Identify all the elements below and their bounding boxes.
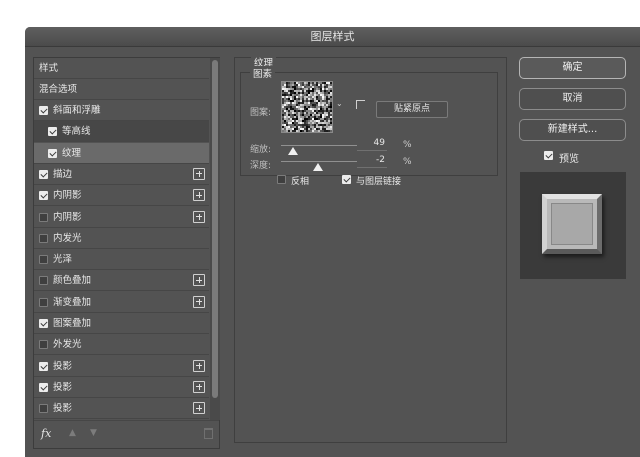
elements-group-title: 图素 xyxy=(250,66,276,80)
style-item[interactable]: 纹理 xyxy=(34,142,209,164)
scale-slider-thumb[interactable] xyxy=(288,147,299,155)
invert-label: 反相 xyxy=(291,177,310,187)
blend-options-label: 混合选项 xyxy=(39,84,78,95)
style-item[interactable]: 光泽 xyxy=(34,249,209,271)
style-item[interactable]: 内阴影 xyxy=(34,185,209,207)
add-style-plus-icon[interactable] xyxy=(193,295,205,308)
style-item-label: 等高线 xyxy=(62,126,91,138)
depth-slider-track[interactable] xyxy=(281,161,357,162)
styles-header-label: 样式 xyxy=(39,63,59,74)
move-up-arrow-icon[interactable]: ▲ xyxy=(69,428,76,438)
new-style-button[interactable]: 新建样式... xyxy=(519,119,626,141)
trash-icon[interactable] xyxy=(204,428,213,439)
style-item-checkbox[interactable] xyxy=(39,106,48,115)
preview-label: 预览 xyxy=(559,154,579,165)
style-list: 样式 混合选项 斜面和浮雕 等高线 纹理 描边 内阴影 内阴影 内发光 光泽 颜色叠加 渐变叠加图… xyxy=(33,57,220,449)
style-item-checkbox[interactable] xyxy=(39,255,48,265)
link-with-layer-label: 与图层链接 xyxy=(356,177,402,187)
style-item[interactable]: 渐变叠加 xyxy=(34,292,209,313)
add-style-plus-icon[interactable] xyxy=(193,359,205,372)
style-item[interactable]: 描边 xyxy=(34,164,209,185)
style-item-checkbox[interactable] xyxy=(39,169,48,179)
pattern-swatch[interactable] xyxy=(281,81,333,133)
style-item-label: 内阴影 xyxy=(53,211,82,223)
style-item-checkbox[interactable] xyxy=(48,148,57,158)
style-item[interactable]: 斜面和浮雕 xyxy=(34,100,209,121)
style-item-label: 描边 xyxy=(53,168,73,180)
style-item[interactable]: 等高线 xyxy=(34,121,209,143)
style-item-label: 斜面和浮雕 xyxy=(53,105,101,116)
style-list-scroll-thumb[interactable] xyxy=(212,60,218,398)
style-item-label: 图案叠加 xyxy=(53,318,92,329)
preview-checkbox[interactable] xyxy=(544,151,553,160)
elements-group: 图素 图案: ⌄ 贴紧原点 缩放: 49 % 深度: -2 % xyxy=(240,66,498,176)
style-item-label: 光泽 xyxy=(53,254,73,266)
style-item[interactable]: 内发光 xyxy=(34,228,209,249)
style-item-label: 投影 xyxy=(53,381,73,393)
style-item-checkbox[interactable] xyxy=(39,276,48,286)
dialog-title: 图层样式 xyxy=(25,27,640,47)
style-preview xyxy=(520,172,626,279)
style-item-checkbox[interactable] xyxy=(39,233,48,243)
style-item-checkbox[interactable] xyxy=(39,319,48,328)
depth-unit: % xyxy=(403,157,412,167)
fx-button[interactable]: fx xyxy=(41,427,51,440)
style-item[interactable]: 投影 xyxy=(34,377,209,398)
blend-options-item[interactable]: 混合选项 xyxy=(34,79,209,100)
add-style-plus-icon[interactable] xyxy=(193,380,205,393)
cancel-button[interactable]: 取消 xyxy=(519,88,626,110)
style-item[interactable]: 外发光 xyxy=(34,334,209,356)
style-item-label: 内发光 xyxy=(53,232,82,244)
invert-checkbox[interactable] xyxy=(277,175,286,184)
style-item-label: 投影 xyxy=(53,403,73,415)
scale-input[interactable]: 49 xyxy=(357,138,387,151)
add-style-plus-icon[interactable] xyxy=(193,167,205,180)
style-item[interactable]: 颜色叠加 xyxy=(34,270,209,292)
pattern-dropdown-chevron-icon[interactable]: ⌄ xyxy=(336,99,343,108)
style-item[interactable]: 内阴影 xyxy=(34,207,209,228)
depth-slider-thumb[interactable] xyxy=(313,163,324,171)
texture-panel: 纹理 图素 图案: ⌄ 贴紧原点 缩放: 49 % 深度: -2 % 反相 与图… xyxy=(234,55,507,443)
preview-tile-texture xyxy=(551,203,593,245)
style-item-checkbox[interactable] xyxy=(39,212,48,222)
scale-label: 缩放: xyxy=(250,145,272,155)
style-item-label: 颜色叠加 xyxy=(53,275,92,287)
style-item[interactable]: 投影 xyxy=(34,398,209,420)
style-item-checkbox[interactable] xyxy=(39,404,48,414)
style-item-checkbox[interactable] xyxy=(39,361,48,371)
scale-unit: % xyxy=(403,140,412,150)
style-item-checkbox[interactable] xyxy=(39,297,48,307)
snap-to-origin-button[interactable]: 贴紧原点 xyxy=(376,101,448,118)
new-preset-corner-icon[interactable] xyxy=(356,100,365,109)
style-item[interactable]: 投影 xyxy=(34,356,209,377)
add-style-plus-icon[interactable] xyxy=(193,210,205,223)
style-item-checkbox[interactable] xyxy=(48,127,57,137)
style-item-label: 投影 xyxy=(53,360,73,372)
depth-input[interactable]: -2 xyxy=(357,155,387,168)
style-item-label: 外发光 xyxy=(53,339,82,351)
add-style-plus-icon[interactable] xyxy=(193,402,205,415)
style-item-label: 内阴影 xyxy=(53,190,82,202)
add-style-plus-icon[interactable] xyxy=(193,189,205,202)
depth-label: 深度: xyxy=(250,161,272,171)
layer-style-dialog: 图层样式 样式 混合选项 斜面和浮雕 等高线 纹理 描边 内阴影 内阴影 内发光 光泽 颜色叠加… xyxy=(25,27,640,457)
styles-header[interactable]: 样式 xyxy=(34,58,209,79)
preview-tile xyxy=(542,194,602,254)
style-item-checkbox[interactable] xyxy=(39,191,48,201)
move-down-arrow-icon[interactable]: ▼ xyxy=(90,428,97,438)
add-style-plus-icon[interactable] xyxy=(193,274,205,287)
style-item[interactable]: 图案叠加 xyxy=(34,313,209,334)
pattern-label: 图案: xyxy=(250,108,272,118)
link-with-layer-checkbox[interactable] xyxy=(342,175,351,184)
style-item-label: 渐变叠加 xyxy=(53,296,92,308)
scale-slider-track[interactable] xyxy=(281,145,357,146)
style-item-checkbox[interactable] xyxy=(39,382,48,392)
style-item-label: 纹理 xyxy=(62,147,82,159)
style-item-checkbox[interactable] xyxy=(39,340,48,350)
ok-button[interactable]: 确定 xyxy=(519,57,626,79)
style-list-footer: fx ▲ ▼ xyxy=(34,420,219,448)
